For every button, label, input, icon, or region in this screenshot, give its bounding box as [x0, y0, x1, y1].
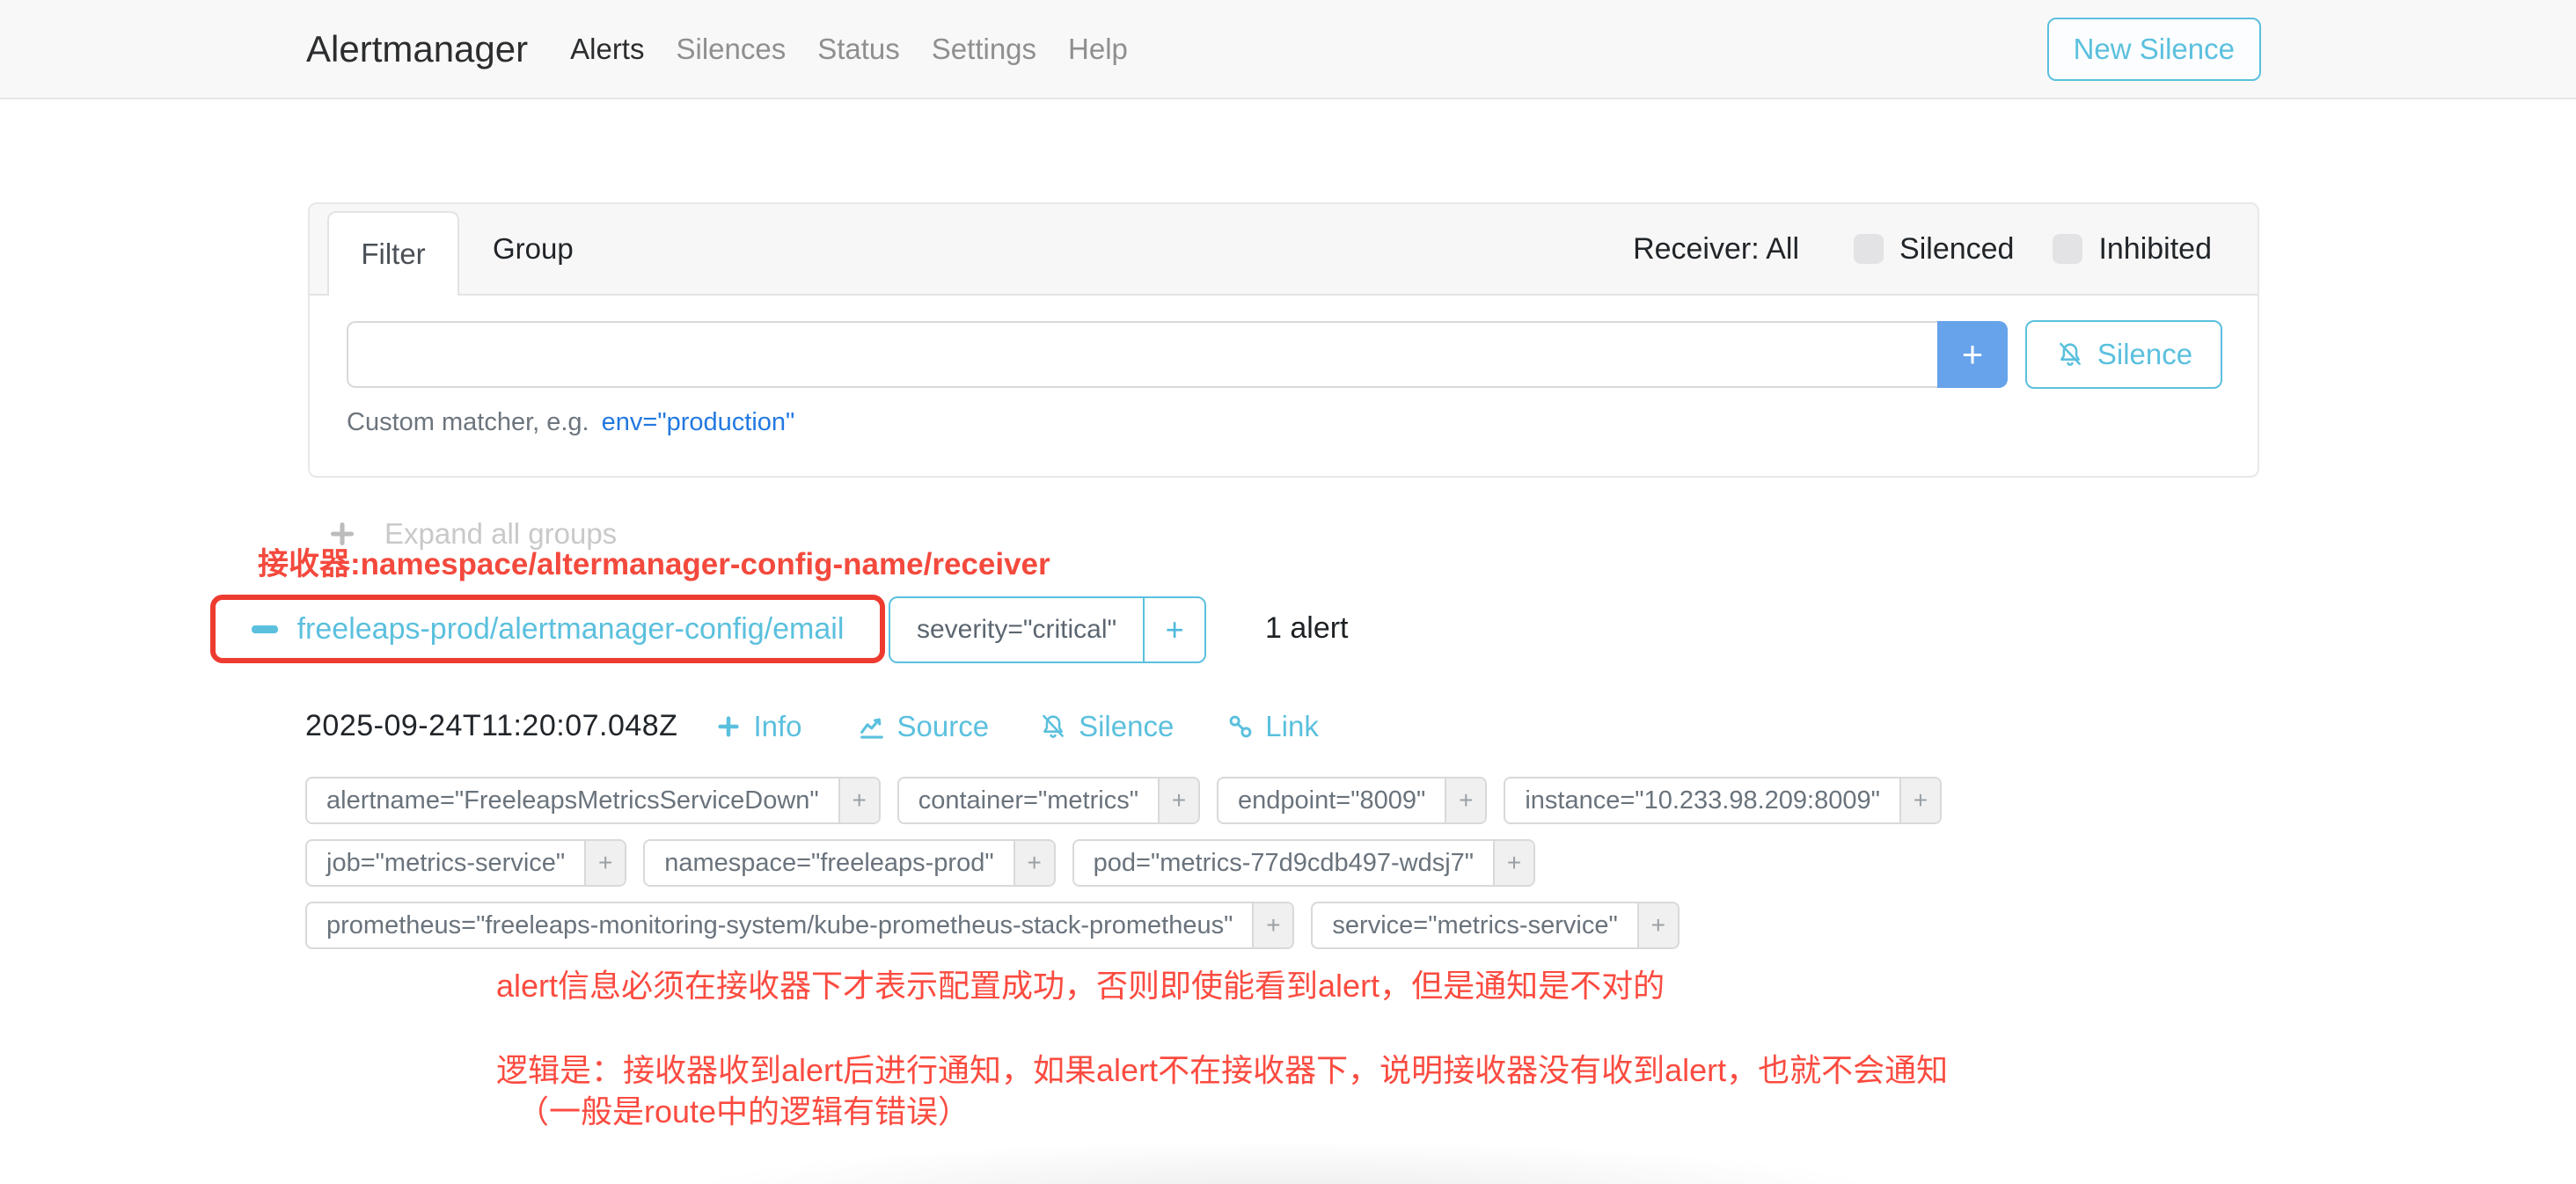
plus-icon: [714, 713, 743, 741]
matcher-input[interactable]: [347, 321, 1937, 388]
silenced-label[interactable]: Silenced: [1899, 232, 2014, 267]
collapse-minus-icon: [252, 625, 278, 633]
label-pill: namespace="freeleaps-prod" +: [643, 839, 1055, 887]
add-matcher-button[interactable]: +: [1937, 321, 2008, 388]
matcher-example-link[interactable]: env="production": [602, 408, 795, 437]
alert-labels-row-2: job="metrics-service" + namespace="freel…: [305, 839, 1535, 887]
label-add-filter-button[interactable]: +: [838, 778, 879, 822]
annotation-line-b: 逻辑是：接收器收到alert后进行通知，如果alert不在接收器下，说明接收器没…: [496, 1045, 1948, 1091]
label-add-filter-button[interactable]: +: [584, 841, 625, 885]
receiver-selector[interactable]: Receiver: All: [1633, 232, 1799, 267]
label-add-filter-button[interactable]: +: [1493, 841, 1533, 885]
chart-line-icon: [857, 712, 887, 742]
label-pill: alertname="FreeleapsMetricsServiceDown" …: [305, 777, 881, 824]
app-brand: Alertmanager: [306, 28, 528, 70]
alert-groups-section: Expand all groups 接收器:namespace/alterman…: [0, 478, 2576, 1184]
inhibited-label[interactable]: Inhibited: [2098, 232, 2212, 267]
alert-timestamp: 2025-09-24T11:20:07.048Z: [305, 709, 677, 743]
bell-slash-icon: [1038, 712, 1068, 742]
nav-settings[interactable]: Settings: [932, 33, 1036, 66]
receiver-annotation-text: 接收器:namespace/altermanager-config-name/r…: [258, 539, 1050, 584]
alert-source-label: Source: [897, 710, 990, 743]
header-controls: Receiver: All Silenced Inhibited: [1633, 232, 2258, 267]
tab-group[interactable]: Group: [493, 232, 574, 266]
alert-meta-row: 2025-09-24T11:20:07.048Z Info Source Sil…: [305, 709, 1319, 743]
label-pill: job="metrics-service" +: [305, 839, 626, 887]
tab-filter[interactable]: Filter: [327, 211, 459, 296]
alert-permalink[interactable]: Link: [1226, 710, 1319, 743]
receiver-group-highlight-box[interactable]: freeleaps-prod/alertmanager-config/email: [210, 595, 885, 663]
label-text: instance="10.233.98.209:8009": [1505, 778, 1899, 822]
nav-status[interactable]: Status: [817, 33, 900, 66]
alert-labels-row-3: prometheus="freeleaps-monitoring-system/…: [305, 902, 1680, 949]
annotation-line-c: （一般是route中的逻辑有错误）: [517, 1086, 970, 1132]
receiver-group-name: freeleaps-prod/alertmanager-config/email: [297, 612, 845, 647]
new-silence-button[interactable]: New Silence: [2047, 18, 2261, 81]
navbar: Alertmanager Alerts Silences Status Sett…: [0, 0, 2576, 99]
label-add-filter-button[interactable]: +: [1899, 778, 1940, 822]
group-matcher-chip: severity="critical" +: [889, 596, 1206, 663]
alert-labels-row-1: alertname="FreeleapsMetricsServiceDown" …: [305, 777, 1942, 824]
filter-panel: Filter Group Receiver: All Silenced Inhi…: [308, 202, 2259, 478]
custom-matcher-hint: Custom matcher, e.g.: [347, 408, 589, 437]
label-text: service="metrics-service": [1313, 903, 1636, 947]
label-pill: pod="metrics-77d9cdb497-wdsj7" +: [1072, 839, 1535, 887]
label-add-filter-button[interactable]: +: [1014, 841, 1054, 885]
label-pill: endpoint="8009" +: [1217, 777, 1487, 824]
nav-help[interactable]: Help: [1068, 33, 1128, 66]
silence-filter-label: Silence: [2097, 338, 2192, 371]
alert-link-label: Link: [1265, 710, 1319, 743]
label-add-filter-button[interactable]: +: [1445, 778, 1485, 822]
group-matcher-add-button[interactable]: +: [1143, 598, 1204, 661]
label-pill: prometheus="freeleaps-monitoring-system/…: [305, 902, 1294, 949]
alert-info-button[interactable]: Info: [714, 710, 801, 743]
label-text: pod="metrics-77d9cdb497-wdsj7": [1074, 841, 1493, 885]
label-pill: instance="10.233.98.209:8009" +: [1504, 777, 1942, 824]
nav-alerts[interactable]: Alerts: [570, 33, 644, 66]
label-add-filter-button[interactable]: +: [1158, 778, 1198, 822]
label-text: alertname="FreeleapsMetricsServiceDown": [307, 778, 838, 822]
link-icon: [1226, 713, 1255, 741]
label-add-filter-button[interactable]: +: [1252, 903, 1292, 947]
label-text: endpoint="8009": [1218, 778, 1445, 822]
label-text: namespace="freeleaps-prod": [645, 841, 1013, 885]
alert-silence-button[interactable]: Silence: [1038, 710, 1174, 743]
alert-count: 1 alert: [1265, 611, 1349, 646]
label-pill: service="metrics-service" +: [1311, 902, 1679, 949]
alert-silence-label: Silence: [1079, 710, 1174, 743]
alert-info-label: Info: [753, 710, 801, 743]
matcher-input-group: +: [347, 321, 2008, 388]
silenced-checkbox[interactable]: [1854, 234, 1884, 264]
annotation-line-a: alert信息必须在接收器下才表示配置成功，否则即使能看到alert，但是通知是…: [496, 961, 1665, 1006]
bell-slash-icon: [2055, 340, 2085, 369]
nav-silences[interactable]: Silences: [676, 33, 786, 66]
inhibited-checkbox[interactable]: [2053, 234, 2082, 264]
label-add-filter-button[interactable]: +: [1637, 903, 1678, 947]
alert-source-link[interactable]: Source: [857, 710, 990, 743]
group-matcher-text: severity="critical": [890, 598, 1143, 661]
filter-panel-header: Filter Group Receiver: All Silenced Inhi…: [310, 204, 2258, 296]
label-pill: container="metrics" +: [897, 777, 1200, 824]
label-text: container="metrics": [899, 778, 1158, 822]
label-text: prometheus="freeleaps-monitoring-system/…: [307, 903, 1252, 947]
silence-filter-button[interactable]: Silence: [2025, 320, 2222, 389]
filter-panel-body: + Silence Custom matcher, e.g. env="prod…: [310, 296, 2258, 437]
label-text: job="metrics-service": [307, 841, 584, 885]
